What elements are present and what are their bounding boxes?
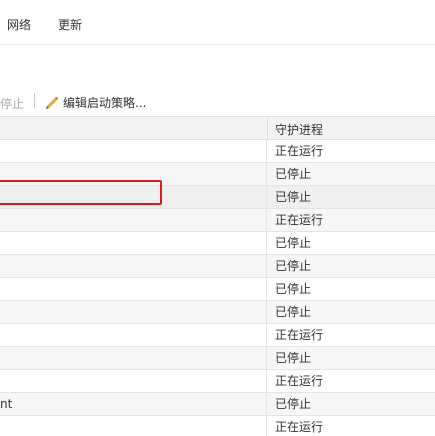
column-header-daemon[interactable]: 守护进程 bbox=[275, 121, 323, 138]
daemon-status-cell: 已停止 bbox=[275, 259, 312, 273]
services-table: 守护进程 正在运行 已停止 已停止 正在运行 已停止 已停止 已停止 已停止 正在运行 已停止 正在… bbox=[0, 116, 435, 436]
edit-startup-policy-label: 编辑启动策略... bbox=[63, 95, 147, 110]
toolbar-separator bbox=[34, 93, 35, 108]
stop-button[interactable]: 停止 bbox=[0, 95, 24, 112]
service-name-cell bbox=[0, 278, 267, 300]
service-name-cell bbox=[0, 324, 267, 346]
daemon-status-cell: 已停止 bbox=[275, 167, 312, 181]
daemon-status-cell: 正在运行 bbox=[275, 144, 324, 158]
daemon-status-cell: 正在运行 bbox=[275, 213, 324, 227]
tab-update[interactable]: 更新 bbox=[58, 16, 82, 33]
daemon-status-cell: 已停止 bbox=[275, 305, 312, 319]
service-name-cell bbox=[0, 186, 267, 208]
daemon-status-cell: 已停止 bbox=[275, 282, 312, 296]
table-row[interactable]: 已停止 bbox=[0, 301, 435, 324]
table-row[interactable]: 正在运行 bbox=[0, 209, 435, 232]
service-name-cell bbox=[0, 232, 267, 254]
toolbar: 停止 编辑启动策略... bbox=[0, 88, 435, 114]
service-name-cell bbox=[0, 255, 267, 277]
daemon-status-cell: 已停止 bbox=[275, 236, 312, 250]
services-panel: 网络 更新 停止 编辑启动策略... 守护进程 正在运行 已停止 已停止 正在运行 已停… bbox=[0, 0, 435, 436]
pencil-icon bbox=[45, 95, 59, 109]
table-body: 正在运行 已停止 已停止 正在运行 已停止 已停止 已停止 已停止 正在运行 已停止 正在运行 nt 已… bbox=[0, 140, 435, 436]
daemon-status-cell: 已停止 bbox=[275, 351, 312, 365]
service-name-cell bbox=[0, 163, 267, 185]
table-row[interactable]: 正在运行 bbox=[0, 370, 435, 393]
table-row[interactable]: 已停止 bbox=[0, 347, 435, 370]
table-row[interactable]: 已停止 bbox=[0, 255, 435, 278]
table-row[interactable]: 已停止 bbox=[0, 278, 435, 301]
table-row[interactable]: 正在运行 bbox=[0, 324, 435, 347]
table-row[interactable]: 已停止 bbox=[0, 232, 435, 255]
column-header-name[interactable] bbox=[0, 117, 268, 139]
tab-network[interactable]: 网络 bbox=[7, 16, 31, 33]
service-name-cell bbox=[0, 347, 267, 369]
daemon-status-cell: 正在运行 bbox=[275, 328, 324, 342]
table-row[interactable]: nt 已停止 bbox=[0, 393, 435, 416]
daemon-status-cell: 已停止 bbox=[275, 190, 312, 204]
daemon-status-cell: 正在运行 bbox=[275, 374, 324, 388]
edit-startup-policy-button[interactable]: 编辑启动策略... bbox=[45, 94, 146, 110]
table-row[interactable]: 正在运行 bbox=[0, 416, 435, 436]
daemon-status-cell: 已停止 bbox=[275, 397, 312, 411]
table-row[interactable]: 已停止 bbox=[0, 186, 435, 209]
service-name-cell bbox=[0, 416, 267, 436]
menu-bar: 网络 更新 bbox=[0, 0, 435, 44]
table-header: 守护进程 bbox=[0, 116, 435, 140]
table-row[interactable]: 已停止 bbox=[0, 163, 435, 186]
menu-divider bbox=[0, 44, 435, 45]
service-name-cell bbox=[0, 370, 267, 392]
service-name-cell bbox=[0, 140, 267, 162]
table-row[interactable]: 正在运行 bbox=[0, 140, 435, 163]
service-name-cell: nt bbox=[0, 393, 267, 415]
daemon-status-cell: 正在运行 bbox=[275, 420, 324, 434]
service-name-cell bbox=[0, 209, 267, 231]
service-name-cell bbox=[0, 301, 267, 323]
